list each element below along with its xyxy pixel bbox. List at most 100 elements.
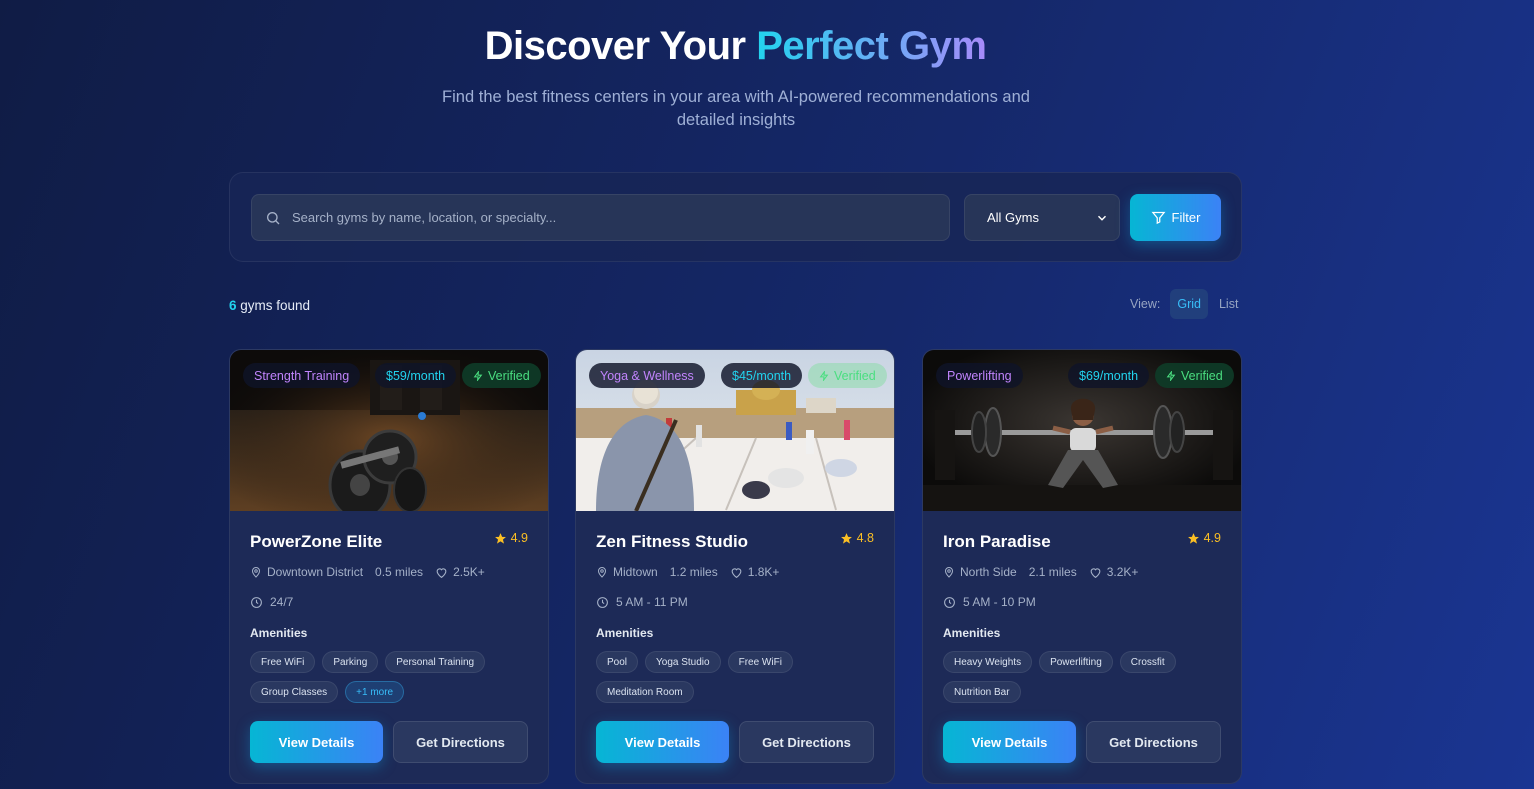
location-text: Midtown: [613, 565, 658, 579]
results-suffix: gyms found: [236, 298, 311, 313]
heart-icon: [730, 566, 743, 579]
clock-icon: [943, 596, 956, 609]
view-details-button[interactable]: View Details: [250, 721, 383, 763]
map-pin-icon: [596, 566, 608, 578]
amenities-list: Free WiFi Parking Personal Training Grou…: [250, 651, 532, 703]
view-details-button[interactable]: View Details: [943, 721, 1076, 763]
results-count: 6 gyms found: [229, 298, 310, 313]
gym-name[interactable]: Iron Paradise: [943, 532, 1051, 552]
results-number: 6: [229, 298, 237, 313]
filter-icon: [1151, 210, 1166, 225]
verified-badge: Verified: [1155, 363, 1234, 388]
verified-badge: Verified: [462, 363, 541, 388]
search-panel: All Gyms Filter: [229, 172, 1242, 262]
gym-photo: Powerlifting $69/month Verified: [923, 350, 1241, 511]
gym-name[interactable]: Zen Fitness Studio: [596, 532, 748, 552]
gym-card[interactable]: Powerlifting $69/month Verified Iron Par…: [922, 349, 1242, 784]
title-main: Discover Your: [484, 24, 757, 68]
rating: 4.9: [494, 531, 528, 545]
amenity-chip: Yoga Studio: [645, 651, 721, 673]
filter-label: Filter: [1171, 210, 1201, 225]
star-icon: [1187, 532, 1200, 545]
amenities-label: Amenities: [250, 626, 308, 640]
hours-text: 5 AM - 11 PM: [616, 595, 688, 609]
star-icon: [494, 532, 507, 545]
amenity-chip: Meditation Room: [596, 681, 694, 703]
clock-icon: [250, 596, 263, 609]
gym-photo: Strength Training $59/month Verified: [230, 350, 548, 511]
view-details-button[interactable]: View Details: [596, 721, 729, 763]
gym-type-select[interactable]: All Gyms: [964, 194, 1120, 241]
get-directions-button[interactable]: Get Directions: [1086, 721, 1221, 763]
meta-row: Downtown District 0.5 miles 2.5K+: [250, 565, 485, 579]
likes: 1.8K+: [730, 565, 780, 579]
bolt-icon: [473, 370, 483, 381]
search-icon: [265, 210, 281, 226]
get-directions-button[interactable]: Get Directions: [739, 721, 874, 763]
view-label: View:: [1130, 297, 1161, 311]
get-directions-button[interactable]: Get Directions: [393, 721, 528, 763]
view-grid-button[interactable]: Grid: [1170, 289, 1208, 319]
rating: 4.9: [1187, 531, 1221, 545]
price-badge: $45/month: [721, 363, 803, 388]
heart-icon: [435, 566, 448, 579]
likes-count: 3.2K+: [1106, 565, 1139, 579]
location: Downtown District: [250, 565, 363, 579]
clock-icon: [596, 596, 609, 609]
hours-row: 5 AM - 11 PM: [596, 595, 688, 609]
verified-badge: Verified: [808, 363, 887, 388]
category-badge: Yoga & Wellness: [589, 363, 705, 388]
verified-label: Verified: [834, 368, 876, 383]
amenity-chip: Free WiFi: [250, 651, 316, 673]
search-input[interactable]: [292, 210, 932, 225]
meta-row: Midtown 1.2 miles 1.8K+: [596, 565, 779, 579]
likes-count: 1.8K+: [747, 565, 780, 579]
category-badge: Strength Training: [243, 363, 361, 388]
location-text: Downtown District: [267, 565, 364, 579]
distance: 2.1 miles: [1028, 565, 1077, 579]
hours-text: 24/7: [270, 595, 294, 609]
amenities-list: Heavy Weights Powerlifting Crossfit Nutr…: [943, 651, 1225, 703]
view-list-button[interactable]: List: [1212, 289, 1245, 319]
bolt-icon: [1166, 370, 1176, 381]
category-badge: Powerlifting: [936, 363, 1023, 388]
amenity-chip: Crossfit: [1119, 651, 1176, 673]
amenity-chip: Powerlifting: [1039, 651, 1113, 673]
hours-text: 5 AM - 10 PM: [963, 595, 1036, 609]
likes-count: 2.5K+: [453, 565, 485, 579]
location-text: North Side: [960, 565, 1017, 579]
distance: 1.2 miles: [669, 565, 718, 579]
page-title: Discover Your Perfect Gym: [0, 24, 1471, 69]
price-badge: $69/month: [1068, 363, 1150, 388]
page-subtitle: Find the best fitness centers in your ar…: [442, 88, 1030, 129]
amenity-chip: Heavy Weights: [943, 651, 1033, 673]
amenities-label: Amenities: [596, 626, 654, 640]
verified-label: Verified: [488, 368, 530, 383]
hours-row: 24/7: [250, 595, 293, 609]
gym-card[interactable]: Yoga & Wellness $45/month Verified Zen F…: [575, 349, 895, 784]
rating-value: 4.9: [510, 531, 528, 545]
map-pin-icon: [943, 566, 955, 578]
select-value: All Gyms: [987, 210, 1039, 225]
amenity-chip: Personal Training: [385, 651, 486, 673]
amenity-chip: Parking: [322, 651, 379, 673]
gym-name[interactable]: PowerZone Elite: [250, 532, 382, 552]
more-amenities-chip[interactable]: +1 more: [345, 681, 405, 703]
title-accent: Perfect Gym: [756, 24, 987, 68]
hours-row: 5 AM - 10 PM: [943, 595, 1036, 609]
filter-button[interactable]: Filter: [1130, 194, 1221, 241]
verified-label: Verified: [1181, 368, 1223, 383]
likes: 3.2K+: [1089, 565, 1139, 579]
gym-card[interactable]: Strength Training $59/month Verified Pow…: [229, 349, 549, 784]
likes: 2.5K+: [435, 565, 485, 579]
amenities-label: Amenities: [943, 626, 1001, 640]
search-box[interactable]: [251, 194, 950, 241]
map-pin-icon: [250, 566, 262, 578]
rating: 4.8: [840, 531, 874, 545]
amenity-chip: Free WiFi: [727, 651, 793, 673]
location: Midtown: [596, 565, 658, 579]
amenity-chip: Pool: [596, 651, 639, 673]
rating-value: 4.9: [1203, 531, 1221, 545]
amenity-chip: Group Classes: [250, 681, 339, 703]
price-badge: $59/month: [375, 363, 457, 388]
